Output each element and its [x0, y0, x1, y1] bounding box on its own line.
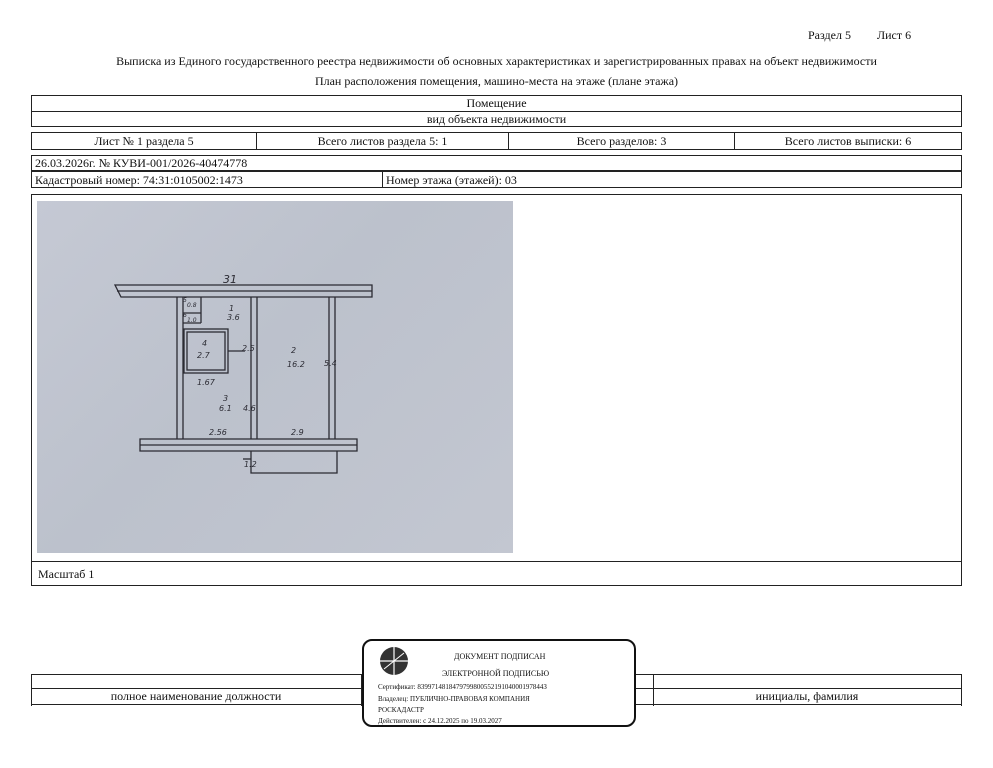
plan-room-2-no: 2 [291, 346, 296, 355]
plan-room-1-no: 1 [229, 304, 234, 313]
document-subtitle: План расположения помещения, машино-мест… [314, 74, 679, 88]
sheets-row: Лист № 1 раздела 5 Всего листов раздела … [31, 132, 962, 150]
stamp-valid: Действителен: с 24.12.2025 по 19.03.2027 [378, 717, 502, 725]
plan-dim-6: 4.6 [243, 404, 256, 413]
stamp-line-2: ЭЛЕКТРОННОЙ ПОДПИСЬЮ [442, 669, 550, 678]
document-title: Выписка из Единого государственного реес… [116, 54, 877, 68]
scale-label: Масштаб 1 [38, 567, 95, 581]
plan-room-4-no: 4 [202, 339, 207, 348]
plan-room-4-area: 2.7 [197, 351, 211, 360]
floor-plan-drawing: 31 1 3.6 2 16.2 3 6.1 4 2.7 5 0.8 6 1.0 … [113, 273, 373, 474]
date-number-row: 26.03.2026г. № КУВИ-001/2026-40474778 [31, 155, 962, 171]
stamp-line-1: ДОКУМЕНТ ПОДПИСАН [454, 652, 546, 661]
section-number: Раздел 5 [808, 28, 851, 42]
plan-street-label: 31 [223, 273, 237, 286]
plan-room-3-no: 3 [223, 394, 228, 403]
object-type-caption: вид объекта недвижимости [426, 112, 567, 126]
date-number: 26.03.2026г. № КУВИ-001/2026-40474778 [35, 156, 248, 170]
total-sections: Всего разделов: 3 [576, 133, 667, 148]
cadastral-row: Кадастровый номер: 74:31:0105002:1473 Но… [31, 171, 962, 188]
cadastral-number: Кадастровый номер: 74:31:0105002:1473 [35, 173, 243, 187]
floor-plan-image: 31 1 3.6 2 16.2 3 6.1 4 2.7 5 0.8 6 1.0 … [37, 201, 513, 553]
plan-dim-1: 1.67 [197, 378, 216, 387]
plan-dim-2: 2.56 [209, 428, 227, 437]
e-signature-stamp: ДОКУМЕНТ ПОДПИСАН ЭЛЕКТРОННОЙ ПОДПИСЬЮ С… [362, 639, 636, 727]
object-type-box: Помещение вид объекта недвижимости [31, 95, 962, 127]
plan-room-1-area: 3.6 [227, 313, 240, 322]
name-caption: инициалы, фамилия [755, 689, 859, 703]
plan-room-2-area: 16.2 [287, 360, 305, 369]
position-caption: полное наименование должности [110, 689, 282, 703]
object-type: Помещение [466, 96, 527, 110]
total-extract-sheets: Всего листов выписки: 6 [784, 133, 912, 148]
stamp-certificate: Сертификат: 8399714818479799800552191040… [378, 683, 547, 691]
floor-number: Номер этажа (этажей): 03 [386, 173, 517, 187]
sheet-no: Лист № 1 раздела 5 [94, 133, 194, 148]
plan-dim-5: 5.4 [324, 359, 337, 368]
rosreestr-emblem-icon [380, 647, 408, 675]
stamp-owner: Владелец: ПУБЛИЧНО-ПРАВОВАЯ КОМПАНИЯ [378, 695, 530, 703]
plan-room-3-area: 6.1 [219, 404, 232, 413]
total-section-sheets: Всего листов раздела 5: 1 [317, 133, 448, 148]
plan-room-6-area: 1.0 [187, 317, 197, 324]
plan-room-5-area: 0.8 [187, 302, 197, 309]
stamp-owner-2: РОСКАДАСТР [378, 706, 424, 714]
plan-dim-4: 2.5 [242, 344, 255, 353]
plan-dim-7: 1.2 [244, 460, 257, 469]
plan-dim-3: 2.9 [291, 428, 304, 437]
sheet-number: Лист 6 [877, 28, 912, 42]
